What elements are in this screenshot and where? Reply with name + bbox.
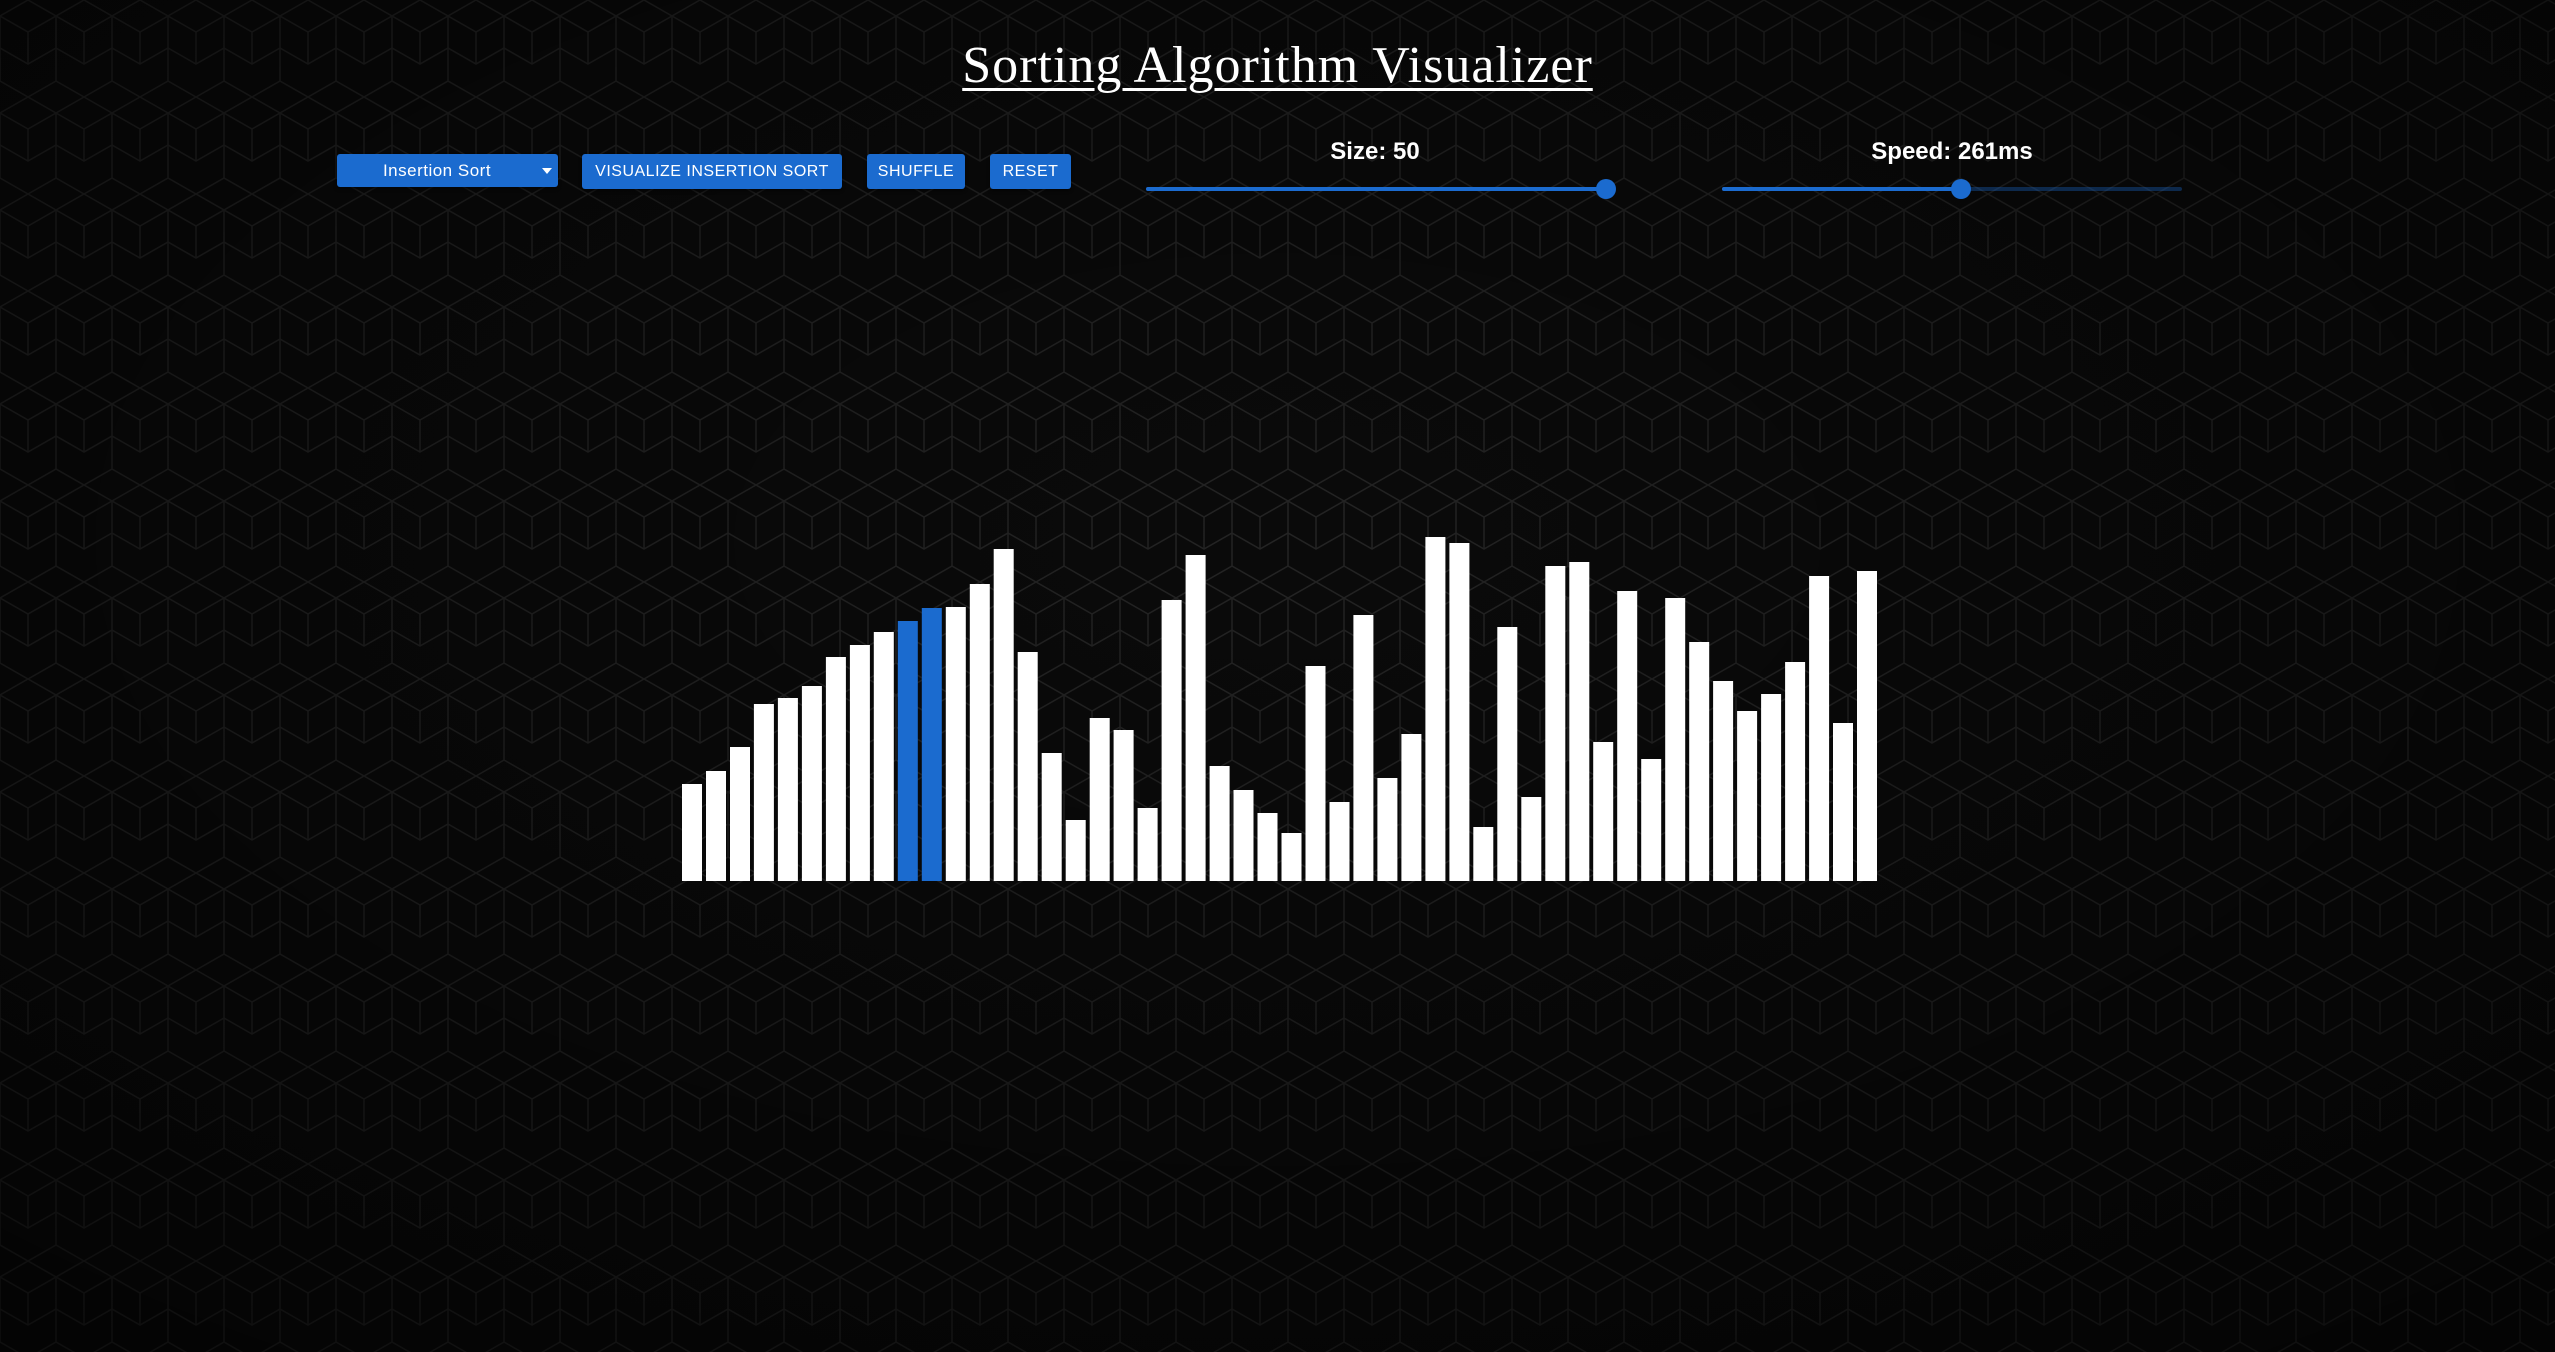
size-slider-thumb[interactable]: [1596, 179, 1616, 199]
chevron-down-icon[interactable]: [542, 168, 552, 174]
hexagon-background-pattern: [0, 0, 2555, 1352]
visualize-button[interactable]: VISUALIZE INSERTION SORT: [582, 154, 842, 189]
algorithm-select-value: Insertion Sort: [382, 160, 492, 180]
size-label: Size: 50: [1330, 138, 1420, 165]
algorithm-select[interactable]: Insertion Sort: [337, 154, 558, 187]
speed-label: Speed: 261ms: [1871, 138, 2033, 165]
size-slider[interactable]: [1146, 179, 1616, 199]
shuffle-button[interactable]: SHUFFLE: [867, 154, 965, 189]
speed-slider[interactable]: [1722, 179, 2182, 199]
page-title: Sorting Algorithm Visualizer: [962, 37, 1593, 94]
speed-slider-fill: [1722, 187, 1962, 191]
reset-button[interactable]: RESET: [990, 154, 1071, 189]
size-slider-fill: [1146, 187, 1606, 191]
speed-slider-thumb[interactable]: [1951, 179, 1972, 199]
